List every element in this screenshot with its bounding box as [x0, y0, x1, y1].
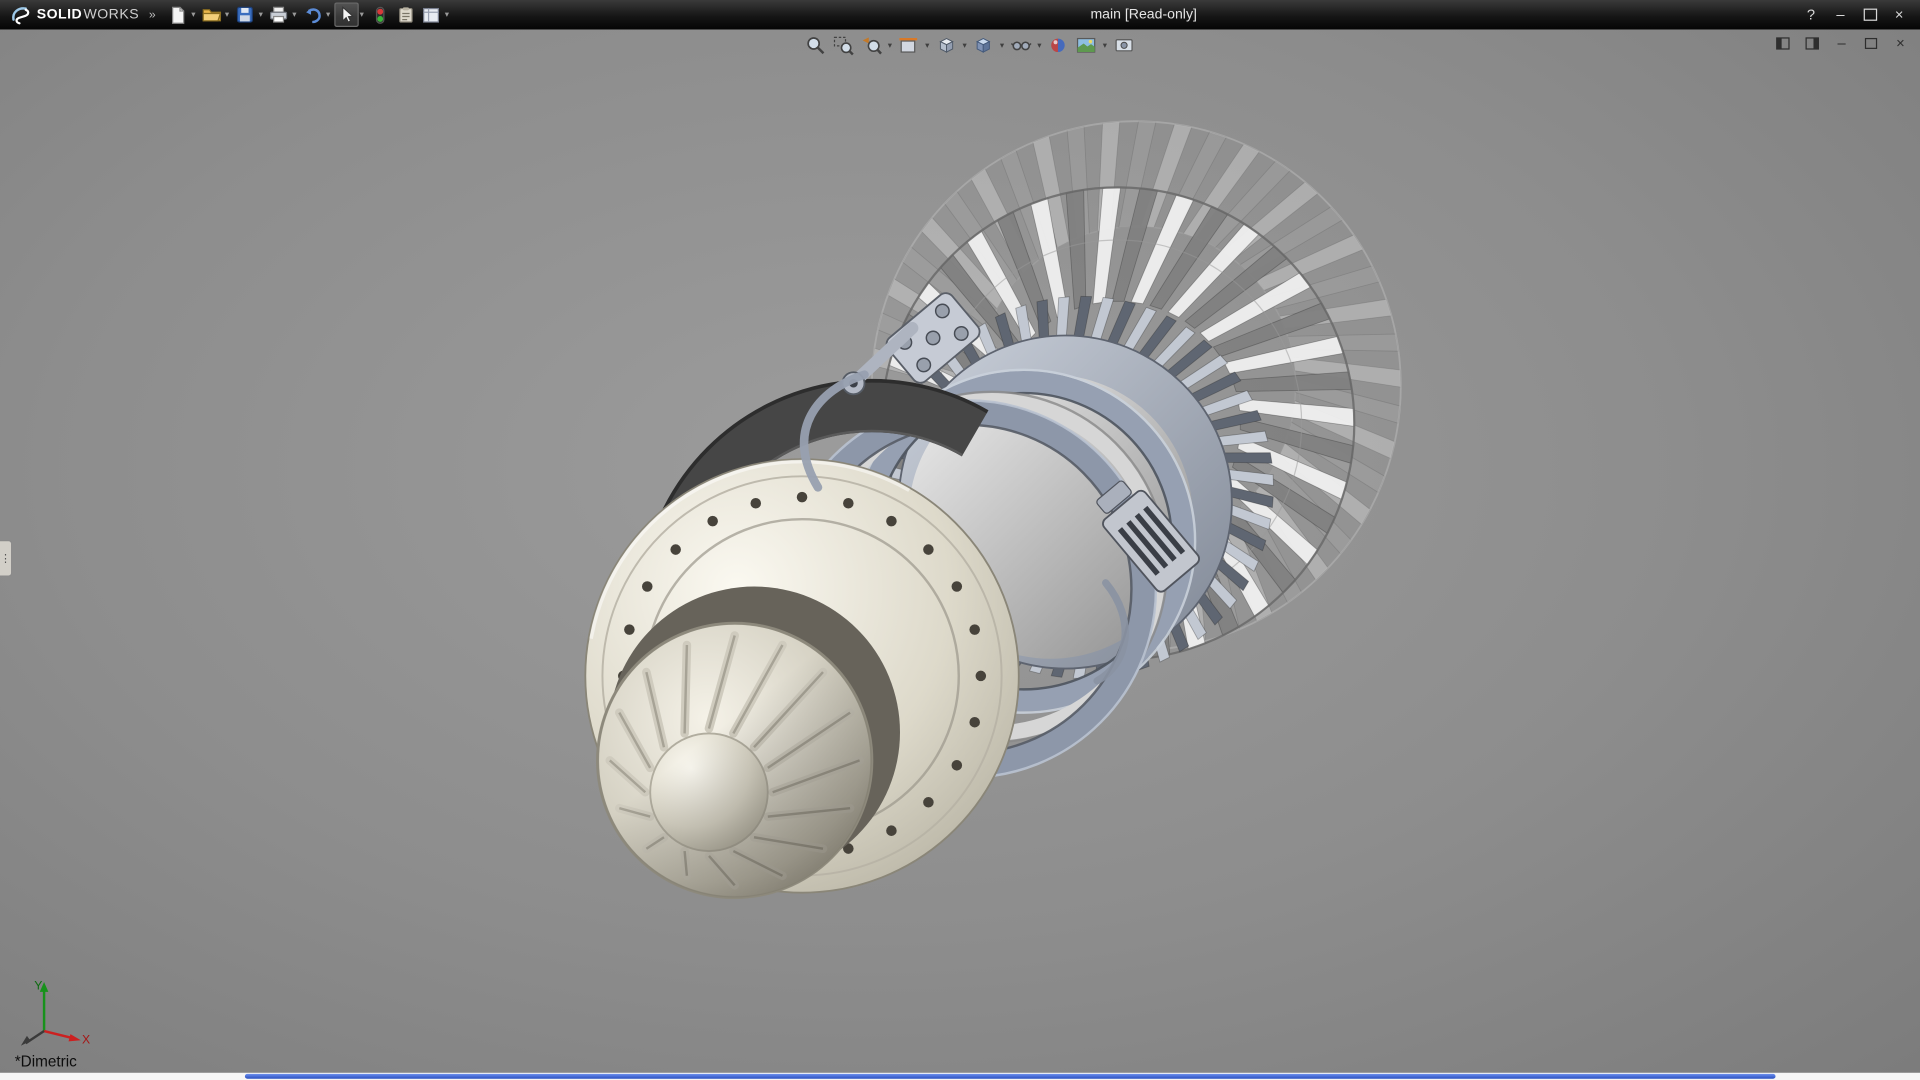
chevron-down-icon[interactable]: ▾: [1037, 40, 1041, 50]
zoom-to-fit-icon: [804, 34, 826, 56]
display-style-icon: [972, 34, 994, 56]
undo-arrow-icon: [303, 7, 321, 23]
doc-restore-button[interactable]: [1861, 34, 1881, 51]
select-arrow-button[interactable]: [334, 2, 358, 26]
edit-appearance-button[interactable]: [1045, 33, 1071, 56]
new-document-icon: [169, 6, 186, 24]
view-settings-icon: [1113, 34, 1135, 56]
chevron-down-icon[interactable]: ▾: [1000, 40, 1004, 50]
minimize-button[interactable]: –: [1832, 2, 1849, 26]
close-button[interactable]: ×: [1891, 2, 1908, 26]
chevron-down-icon[interactable]: ▾: [225, 10, 229, 19]
maximize-icon: [1863, 9, 1876, 21]
display-style-button[interactable]: [970, 33, 996, 56]
undo-button[interactable]: [300, 2, 324, 26]
apply-scene-button[interactable]: [1073, 33, 1099, 56]
cursor-arrow-icon: [339, 6, 354, 23]
jet-engine-model[interactable]: [0, 29, 1920, 1072]
zoom-to-area-icon: [832, 34, 854, 56]
chevron-down-icon[interactable]: ▾: [925, 40, 929, 50]
open-folder-icon: [202, 6, 222, 23]
previous-view-icon: [860, 34, 882, 56]
status-bar: [0, 1073, 1920, 1080]
zoom-to-fit-button[interactable]: [802, 33, 828, 56]
selection-filter-button[interactable]: [368, 2, 392, 26]
triad-y-label: Y: [34, 978, 42, 992]
menu-expand-button[interactable]: »: [149, 8, 156, 21]
printer-icon: [270, 6, 288, 23]
save-floppy-icon: [237, 6, 254, 23]
section-view-icon: [898, 34, 920, 56]
dock-right-button[interactable]: [1802, 34, 1822, 51]
section-view-button[interactable]: [896, 33, 922, 56]
doc-minimize-button[interactable]: –: [1832, 34, 1852, 51]
main-toolbar: ▾ ▾ ▾: [165, 2, 451, 26]
dock-right-icon: [1805, 36, 1820, 49]
chevron-down-icon[interactable]: ▾: [360, 10, 364, 19]
solidworks-window: SOLID WORKS » ▾ ▾: [0, 0, 1920, 1080]
chevron-down-icon[interactable]: ▾: [888, 40, 892, 50]
apply-scene-icon: [1075, 34, 1097, 56]
solidworks-logo[interactable]: SOLID WORKS: [0, 5, 146, 25]
chevron-down-icon[interactable]: ▾: [191, 10, 195, 19]
document-window-controls: – ×: [1773, 34, 1910, 51]
hide-show-glasses-icon: [1010, 34, 1032, 56]
view-orientation-cube-icon: [935, 34, 957, 56]
document-title: main [Read-only]: [367, 7, 1920, 22]
status-progress-bar: [245, 1074, 1776, 1079]
view-orientation-label: *Dimetric: [15, 1053, 77, 1070]
chevron-down-icon[interactable]: ▾: [259, 10, 263, 19]
restore-icon: [1865, 37, 1877, 48]
chevron-down-icon[interactable]: ▾: [445, 10, 449, 19]
triad-x-label: X: [82, 1032, 90, 1045]
dock-left-button[interactable]: [1773, 34, 1793, 51]
sheet-properties-button[interactable]: [419, 2, 443, 26]
zoom-to-area-button[interactable]: [830, 33, 856, 56]
chevron-down-icon[interactable]: ▾: [292, 10, 296, 19]
brand-text-light: WORKS: [83, 7, 139, 22]
doc-close-button[interactable]: ×: [1891, 34, 1911, 51]
save-button[interactable]: [233, 2, 257, 26]
brand-text-bold: SOLID: [37, 7, 82, 22]
help-button[interactable]: ?: [1802, 2, 1819, 26]
filter-toggle-icon: [374, 6, 385, 24]
appearance-ball-icon: [1047, 34, 1069, 56]
chevron-down-icon[interactable]: ▾: [1103, 40, 1107, 50]
open-document-button[interactable]: [199, 2, 223, 26]
feature-manager-collapsed-tab[interactable]: ⋮: [0, 540, 12, 577]
window-controls: ? – ×: [1802, 2, 1920, 26]
chevron-down-icon[interactable]: ▾: [326, 10, 330, 19]
dock-left-icon: [1776, 36, 1791, 49]
3ds-logo-icon: [10, 5, 32, 25]
graphics-area[interactable]: ▾ ▾ ▾: [0, 29, 1920, 1072]
properties-sheet-icon: [423, 7, 440, 23]
heads-up-view-toolbar: ▾ ▾ ▾: [802, 33, 1136, 56]
clipboard-icon: [398, 6, 414, 23]
hide-show-items-button[interactable]: [1008, 33, 1034, 56]
chevron-down-icon[interactable]: ▾: [962, 40, 966, 50]
clipboard-options-button[interactable]: [393, 2, 417, 26]
maximize-button[interactable]: [1861, 2, 1878, 26]
reference-triad: Y X: [10, 972, 96, 1045]
view-orientation-button[interactable]: [933, 33, 959, 56]
previous-view-button[interactable]: [858, 33, 884, 56]
new-document-button[interactable]: [165, 2, 189, 26]
print-button[interactable]: [267, 2, 291, 26]
title-bar: SOLID WORKS » ▾ ▾: [0, 0, 1920, 29]
view-settings-button[interactable]: [1111, 33, 1137, 56]
